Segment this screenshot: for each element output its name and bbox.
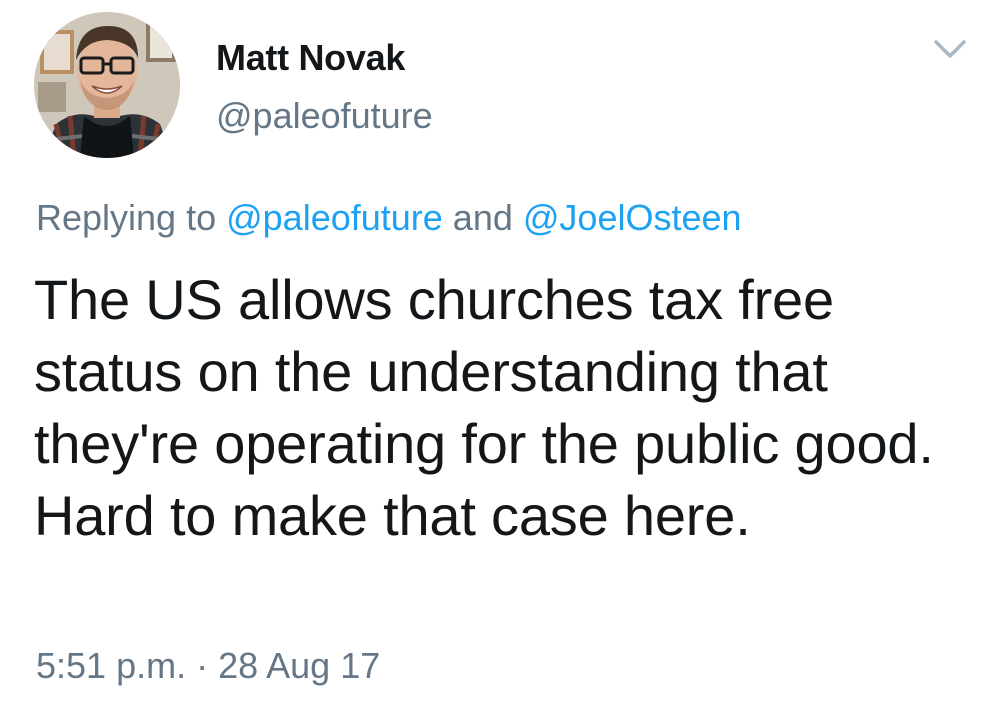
avatar-photo-icon (34, 12, 180, 158)
tweet-card: Matt Novak @paleofuture Replying to @pal… (0, 0, 1000, 722)
tweet-timestamp[interactable]: 5:51 p.m. · 28 Aug 17 (36, 644, 380, 688)
author-display-name[interactable]: Matt Novak (216, 36, 405, 80)
replying-to-joiner: and (442, 197, 523, 238)
mention-link-joelosteen[interactable]: @JoelOsteen (523, 197, 742, 238)
author-handle[interactable]: @paleofuture (216, 94, 433, 138)
avatar[interactable] (34, 12, 180, 158)
mention-link-paleofuture[interactable]: @paleofuture (226, 197, 443, 238)
replying-to-label: Replying to (36, 197, 227, 238)
replying-to-line: Replying to @paleofuture and @JoelOsteen (36, 196, 742, 240)
tweet-text: The US allows churches tax free status o… (34, 268, 934, 547)
chevron-down-icon[interactable] (930, 32, 970, 64)
